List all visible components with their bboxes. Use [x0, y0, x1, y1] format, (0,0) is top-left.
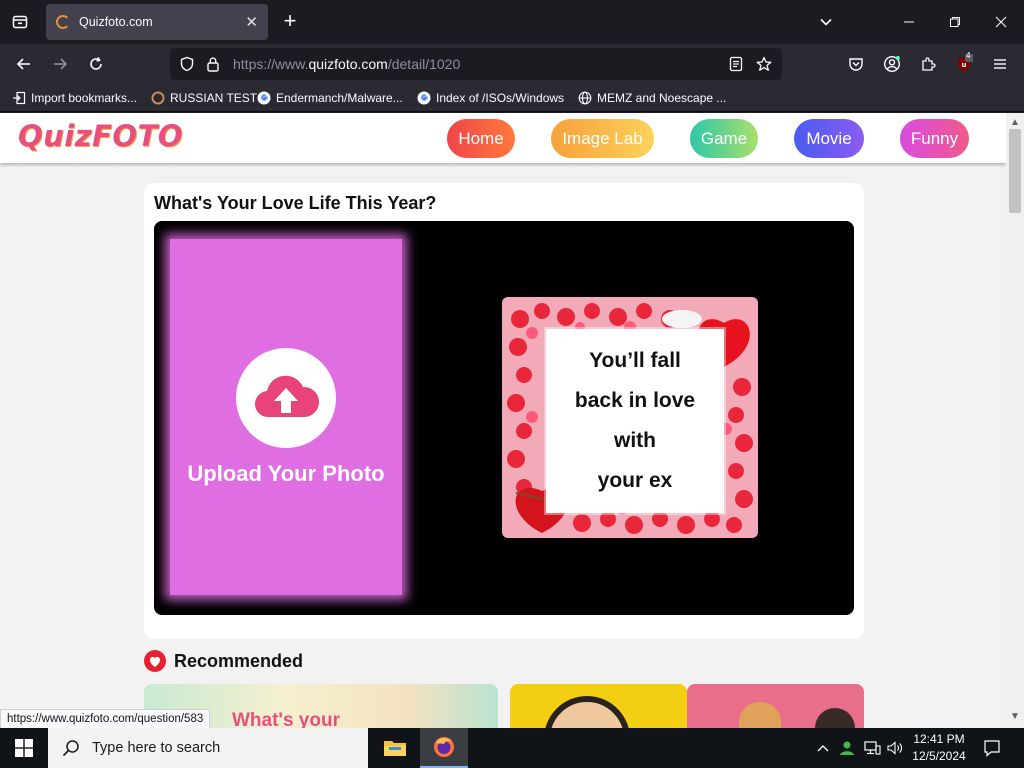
- tab-overflow-chevron-icon[interactable]: [815, 12, 837, 32]
- upload-cloud-icon: [236, 348, 336, 448]
- nav-game-button[interactable]: Game: [690, 119, 758, 158]
- nav-home-button[interactable]: Home: [447, 119, 515, 158]
- file-explorer-icon[interactable]: [371, 728, 419, 768]
- url-scheme: https://www.: [233, 56, 309, 72]
- quiz-card: What's Your Love Life This Year? Upload …: [144, 183, 864, 639]
- result-line: You’ll fall: [589, 349, 681, 372]
- bookmark-russian-test[interactable]: RUSSIAN TEST: [151, 89, 257, 107]
- taskbar-clock[interactable]: 12:41 PM 12/5/2024: [906, 731, 972, 765]
- google-icon: [257, 91, 271, 105]
- account-icon[interactable]: [880, 52, 904, 76]
- bookmark-label: RUSSIAN TEST: [170, 91, 258, 105]
- browser-titlebar: Quizfoto.com ✕ +: [0, 0, 1024, 44]
- lock-icon[interactable]: [204, 55, 222, 73]
- quiz-title: What's Your Love Life This Year?: [154, 193, 437, 213]
- bookmark-label: Endermanch/Malware...: [276, 91, 403, 105]
- tab-close-icon[interactable]: ✕: [245, 15, 258, 30]
- url-text[interactable]: https://www.quizfoto.com/detail/1020: [233, 56, 460, 72]
- bookmark-memz[interactable]: MEMZ and Noescape ...: [578, 89, 726, 107]
- back-arrow-icon[interactable]: [12, 52, 36, 76]
- extension-badge-count: 4: [966, 51, 971, 60]
- person-photo: [815, 708, 855, 728]
- windows-start-icon[interactable]: [0, 728, 48, 768]
- volume-speaker-icon[interactable]: [884, 728, 906, 768]
- scroll-down-arrow-icon[interactable]: ▼: [1006, 711, 1024, 722]
- result-text-card: You’ll fall back in love with your ex: [546, 329, 724, 513]
- search-icon: [62, 740, 79, 757]
- reader-view-icon[interactable]: [727, 55, 745, 73]
- taskbar-search-box[interactable]: Type here to search: [48, 728, 368, 768]
- globe-icon: [578, 91, 592, 105]
- bookmarks-toolbar: Import bookmarks... RUSSIAN TEST Enderma…: [0, 84, 1024, 112]
- url-path: /detail/1020: [387, 56, 461, 72]
- bookmark-label: Import bookmarks...: [31, 91, 138, 105]
- list-all-tabs-button[interactable]: [8, 10, 32, 34]
- nav-movie-button[interactable]: Movie: [794, 119, 864, 158]
- minimize-window-icon[interactable]: [898, 12, 920, 32]
- upload-photo-button[interactable]: Upload Your Photo: [170, 239, 402, 595]
- people-user-icon[interactable]: [836, 728, 858, 768]
- ublock-extension-icon[interactable]: u 4: [952, 51, 976, 76]
- browser-navigation-bar: https://www.quizfoto.com/detail/1020 u 4: [0, 44, 1024, 84]
- bookmark-star-icon[interactable]: [755, 55, 773, 73]
- result-line: back in love: [574, 389, 696, 412]
- recommended-quiz-card[interactable]: [510, 684, 687, 728]
- restore-window-icon[interactable]: [944, 12, 966, 32]
- google-icon: [417, 91, 431, 105]
- site-favicon-icon: [151, 91, 165, 105]
- scroll-up-arrow-icon[interactable]: ▲: [1006, 117, 1024, 128]
- address-bar[interactable]: https://www.quizfoto.com/detail/1020: [170, 48, 782, 80]
- network-icon[interactable]: [861, 728, 883, 768]
- action-center-notification-icon[interactable]: [980, 728, 1004, 768]
- result-line: your ex: [597, 469, 673, 492]
- recommended-heading: Recommended: [174, 650, 304, 671]
- close-window-icon[interactable]: [990, 12, 1012, 32]
- page-scrollbar[interactable]: ▲ ▼: [1006, 113, 1024, 728]
- heart-icon: [144, 650, 166, 672]
- bookmark-endermanch[interactable]: Endermanch/Malware...: [257, 89, 403, 107]
- site-header: QuizFOTO Home Image Lab Game Movie Funny: [0, 113, 1006, 163]
- loading-favicon-icon: [56, 15, 70, 29]
- new-tab-button[interactable]: +: [278, 10, 302, 34]
- clock-time: 12:41 PM: [913, 732, 965, 746]
- pocket-icon[interactable]: [844, 52, 868, 76]
- show-hidden-icons-chevron-icon[interactable]: [814, 728, 832, 768]
- dog-photo: [739, 702, 781, 728]
- bookmark-import[interactable]: Import bookmarks...: [12, 89, 137, 107]
- firefox-taskbar-icon[interactable]: [420, 728, 468, 768]
- upload-photo-label: Upload Your Photo: [187, 461, 385, 486]
- recommended-card-text: What's your: [232, 710, 340, 728]
- recommended-section-title: Recommended: [144, 650, 303, 672]
- bookmark-label: Index of /ISOs/Windows: [436, 91, 565, 105]
- result-preview-image: You’ll fall back in love with your ex: [502, 297, 758, 538]
- clock-date: 12/5/2024: [912, 749, 966, 763]
- import-icon: [12, 91, 26, 105]
- quizfoto-logo[interactable]: QuizFOTO: [18, 119, 183, 153]
- tab-title: Quizfoto.com: [79, 15, 153, 29]
- result-line: with: [614, 429, 656, 452]
- recommended-quiz-card[interactable]: [687, 684, 864, 728]
- forward-arrow-icon[interactable]: [48, 52, 72, 76]
- tracking-protection-shield-icon[interactable]: [178, 55, 196, 73]
- extensions-puzzle-icon[interactable]: [916, 52, 940, 76]
- bookmark-label: MEMZ and Noescape ...: [597, 91, 727, 105]
- tab-list-icon: [12, 15, 28, 29]
- nav-image-lab-button[interactable]: Image Lab: [551, 119, 654, 158]
- quiz-stage: Upload Your Photo You’ll fall back in lo…: [154, 221, 854, 615]
- windows-taskbar: Type here to search 12:41 PM 12/5/2024: [0, 728, 1024, 768]
- web-page: QuizFOTO Home Image Lab Game Movie Funny…: [0, 113, 1006, 728]
- hamburger-menu-icon[interactable]: [988, 52, 1012, 76]
- nav-funny-button[interactable]: Funny: [900, 119, 969, 158]
- url-host: quizfoto.com: [308, 56, 388, 72]
- bookmark-isos-windows[interactable]: Index of /ISOs/Windows: [417, 89, 564, 107]
- browser-tab-quizfoto[interactable]: Quizfoto.com ✕: [46, 4, 268, 40]
- svg-text:u: u: [962, 61, 967, 69]
- person-photo: [544, 696, 630, 728]
- scroll-thumb[interactable]: [1009, 129, 1021, 213]
- reload-icon[interactable]: [84, 52, 108, 76]
- search-placeholder: Type here to search: [92, 740, 221, 756]
